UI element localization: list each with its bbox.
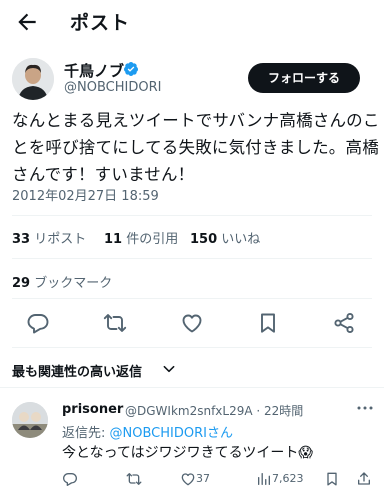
reply-author-name[interactable]: prisoner [62, 402, 123, 417]
reply-to-label: 返信先: [62, 426, 110, 441]
reply-reply-icon[interactable] [62, 470, 78, 488]
reply-actions: 37 7,623 [62, 470, 372, 490]
reply-to-handle[interactable]: @NOBCHIDORIさん [110, 426, 233, 441]
bookmarks-label: ブックマーク [34, 276, 113, 291]
reply-views-count: 7,623 [272, 472, 304, 485]
reply-item[interactable]: prisoner @DGWIkm2snfxL29A · 22時間 返信先: @N… [0, 394, 384, 500]
reply-to-line: 返信先: @NOBCHIDORIさん [62, 422, 233, 441]
bookmarks-stat[interactable]: 29 ブックマーク [12, 272, 112, 291]
like-icon[interactable] [180, 311, 206, 337]
author-avatar[interactable] [12, 58, 54, 100]
author-name[interactable]: 千鳥ノブ [64, 60, 124, 81]
divider [12, 347, 372, 348]
reply-repost-icon[interactable] [126, 470, 142, 488]
bookmarks-count: 29 [12, 276, 31, 291]
bookmark-icon[interactable] [256, 311, 282, 337]
chevron-down-icon[interactable] [162, 361, 176, 375]
reply-author-handle[interactable]: @DGWIkm2snfxL29A · 22時間 [125, 402, 303, 419]
reposts-stat[interactable]: 33 リポスト [12, 228, 86, 247]
quotes-stat[interactable]: 11 件の引用 [104, 228, 178, 247]
reply-like-icon [181, 473, 195, 486]
reposts-count: 33 [12, 232, 31, 247]
reply-icon[interactable] [26, 311, 52, 337]
follow-button[interactable]: フォローする [248, 63, 360, 93]
tweet-timestamp[interactable]: 2012年02月27日 18:59 [12, 185, 159, 204]
reposts-label: リポスト [34, 232, 87, 247]
page-title: ポスト [70, 12, 131, 34]
replies-sort-label[interactable]: 最も関連性の高い返信 [12, 361, 142, 380]
reply-avatar[interactable] [12, 402, 48, 438]
divider [12, 298, 372, 299]
tweet-text: なんとまる見えツイートでサバンナ高橋さんのことを呼び捨てにしてる失敗に気付きまし… [12, 111, 380, 184]
reply-bookmark-icon[interactable] [324, 470, 340, 488]
likes-stat[interactable]: 150 いいね [190, 228, 260, 247]
verified-badge-icon [123, 61, 139, 77]
quotes-count: 11 [104, 232, 123, 247]
tweet-author: 千鳥ノブ @NOBCHIDORI フォローする [12, 58, 372, 102]
repost-icon[interactable] [103, 311, 129, 337]
author-handle[interactable]: @NOBCHIDORI [64, 80, 161, 95]
divider [12, 258, 372, 259]
quotes-label: 件の引用 [126, 232, 179, 247]
reply-like[interactable]: 37 [180, 470, 210, 488]
divider [12, 215, 372, 216]
divider [0, 387, 384, 388]
more-options-icon[interactable] [356, 400, 374, 414]
reply-views[interactable]: 7,623 [256, 470, 304, 488]
likes-label: いいね [221, 232, 261, 247]
reply-share-icon[interactable] [356, 470, 372, 488]
likes-count: 150 [190, 232, 218, 247]
reply-text: 今となってはジワジワきてるツイート😱 [62, 445, 313, 461]
share-icon[interactable] [332, 311, 358, 337]
top-bar: ポスト [0, 0, 384, 44]
back-arrow-icon[interactable] [14, 9, 40, 35]
views-icon [258, 473, 270, 485]
reply-likes-count: 37 [196, 472, 210, 485]
